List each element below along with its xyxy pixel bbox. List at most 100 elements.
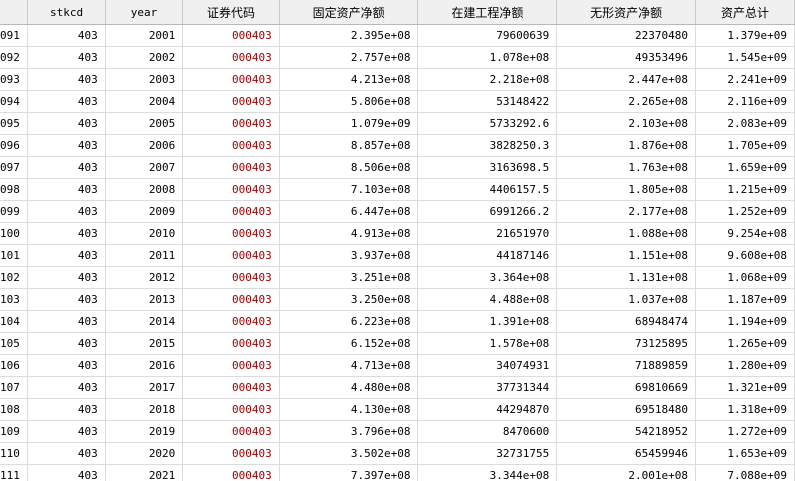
cell-zichan-zongji[interactable]: 1.272e+09 bbox=[695, 420, 795, 443]
cell-year[interactable]: 2016 bbox=[105, 354, 184, 377]
table-row[interactable]: 104 403 2014 000403 6.223e+08 1.391e+08 689484… bbox=[0, 310, 795, 333]
cell-guding-zichan-jinge[interactable]: 6.223e+08 bbox=[279, 310, 419, 333]
cell-zhengquan-daima[interactable]: 000403 bbox=[182, 112, 280, 135]
cell-wuxing-zichan-jinge[interactable]: 69518480 bbox=[556, 398, 696, 421]
cell-zhengquan-daima[interactable]: 000403 bbox=[182, 46, 280, 69]
row-number[interactable]: 104 bbox=[0, 310, 29, 333]
table-row[interactable]: 110 403 2020 000403 3.502e+08 32731755 6545994… bbox=[0, 442, 795, 465]
table-row[interactable]: 098 403 2008 000403 7.103e+08 4406157.5 1.805e… bbox=[0, 178, 795, 201]
cell-zaijian-gongcheng-jinge[interactable]: 4.488e+08 bbox=[417, 288, 558, 311]
table-row[interactable]: 105 403 2015 000403 6.152e+08 1.578e+08 731258… bbox=[0, 332, 795, 355]
table-row[interactable]: 092 403 2002 000403 2.757e+08 1.078e+08 493534… bbox=[0, 46, 795, 69]
cell-zaijian-gongcheng-jinge[interactable]: 44294870 bbox=[417, 398, 558, 421]
cell-wuxing-zichan-jinge[interactable]: 2.447e+08 bbox=[556, 68, 696, 91]
row-number[interactable]: 103 bbox=[0, 288, 29, 311]
cell-zichan-zongji[interactable]: 1.653e+09 bbox=[695, 442, 795, 465]
row-number[interactable]: 106 bbox=[0, 354, 29, 377]
cell-stkcd[interactable]: 403 bbox=[27, 464, 106, 481]
table-row[interactable]: 101 403 2011 000403 3.937e+08 44187146 1.151e+… bbox=[0, 244, 795, 267]
cell-guding-zichan-jinge[interactable]: 3.251e+08 bbox=[279, 266, 419, 289]
cell-wuxing-zichan-jinge[interactable]: 71889859 bbox=[556, 354, 696, 377]
cell-zhengquan-daima[interactable]: 000403 bbox=[182, 354, 280, 377]
row-number[interactable]: 105 bbox=[0, 332, 29, 355]
cell-zichan-zongji[interactable]: 1.194e+09 bbox=[695, 310, 795, 333]
cell-zhengquan-daima[interactable]: 000403 bbox=[182, 464, 280, 481]
cell-year[interactable]: 2004 bbox=[105, 90, 184, 113]
data-browser-grid[interactable]: stkcd year 证券代码 固定资产净额 在建工程净额 无形资产净额 资产总计 091 4… bbox=[0, 0, 795, 481]
cell-zichan-zongji[interactable]: 9.254e+08 bbox=[695, 222, 795, 245]
column-header-guding-zichan-jinge[interactable]: 固定资产净额 bbox=[279, 0, 419, 25]
column-header-zichan-zongji[interactable]: 资产总计 bbox=[695, 0, 795, 25]
cell-zaijian-gongcheng-jinge[interactable]: 1.078e+08 bbox=[417, 46, 558, 69]
cell-year[interactable]: 2021 bbox=[105, 464, 184, 481]
cell-year[interactable]: 2015 bbox=[105, 332, 184, 355]
table-row[interactable]: 109 403 2019 000403 3.796e+08 8470600 54218952… bbox=[0, 420, 795, 443]
cell-zichan-zongji[interactable]: 1.379e+09 bbox=[695, 24, 795, 47]
cell-zhengquan-daima[interactable]: 000403 bbox=[182, 442, 280, 465]
cell-wuxing-zichan-jinge[interactable]: 1.151e+08 bbox=[556, 244, 696, 267]
cell-zichan-zongji[interactable]: 1.545e+09 bbox=[695, 46, 795, 69]
column-header-zaijian-gongcheng-jinge[interactable]: 在建工程净额 bbox=[417, 0, 558, 25]
cell-wuxing-zichan-jinge[interactable]: 73125895 bbox=[556, 332, 696, 355]
cell-zaijian-gongcheng-jinge[interactable]: 3163698.5 bbox=[417, 156, 558, 179]
cell-guding-zichan-jinge[interactable]: 1.079e+09 bbox=[279, 112, 419, 135]
cell-stkcd[interactable]: 403 bbox=[27, 90, 106, 113]
table-row[interactable]: 097 403 2007 000403 8.506e+08 3163698.5 1.763e… bbox=[0, 156, 795, 179]
cell-stkcd[interactable]: 403 bbox=[27, 398, 106, 421]
cell-zaijian-gongcheng-jinge[interactable]: 1.391e+08 bbox=[417, 310, 558, 333]
row-number[interactable]: 102 bbox=[0, 266, 29, 289]
cell-zaijian-gongcheng-jinge[interactable]: 79600639 bbox=[417, 24, 558, 47]
cell-zhengquan-daima[interactable]: 000403 bbox=[182, 178, 280, 201]
cell-stkcd[interactable]: 403 bbox=[27, 134, 106, 157]
table-row[interactable]: 102 403 2012 000403 3.251e+08 3.364e+08 1.131e… bbox=[0, 266, 795, 289]
column-header-obs[interactable] bbox=[0, 0, 29, 25]
table-row[interactable]: 107 403 2017 000403 4.480e+08 37731344 6981066… bbox=[0, 376, 795, 399]
cell-guding-zichan-jinge[interactable]: 7.103e+08 bbox=[279, 178, 419, 201]
cell-guding-zichan-jinge[interactable]: 5.806e+08 bbox=[279, 90, 419, 113]
cell-stkcd[interactable]: 403 bbox=[27, 156, 106, 179]
cell-stkcd[interactable]: 403 bbox=[27, 442, 106, 465]
cell-zhengquan-daima[interactable]: 000403 bbox=[182, 156, 280, 179]
cell-stkcd[interactable]: 403 bbox=[27, 112, 106, 135]
cell-wuxing-zichan-jinge[interactable]: 1.876e+08 bbox=[556, 134, 696, 157]
table-row[interactable]: 106 403 2016 000403 4.713e+08 34074931 7188985… bbox=[0, 354, 795, 377]
cell-stkcd[interactable]: 403 bbox=[27, 376, 106, 399]
cell-guding-zichan-jinge[interactable]: 3.502e+08 bbox=[279, 442, 419, 465]
cell-wuxing-zichan-jinge[interactable]: 2.177e+08 bbox=[556, 200, 696, 223]
cell-wuxing-zichan-jinge[interactable]: 54218952 bbox=[556, 420, 696, 443]
cell-year[interactable]: 2017 bbox=[105, 376, 184, 399]
cell-wuxing-zichan-jinge[interactable]: 2.265e+08 bbox=[556, 90, 696, 113]
cell-zhengquan-daima[interactable]: 000403 bbox=[182, 376, 280, 399]
cell-stkcd[interactable]: 403 bbox=[27, 288, 106, 311]
row-number[interactable]: 097 bbox=[0, 156, 29, 179]
cell-zichan-zongji[interactable]: 1.265e+09 bbox=[695, 332, 795, 355]
cell-wuxing-zichan-jinge[interactable]: 2.001e+08 bbox=[556, 464, 696, 481]
cell-zaijian-gongcheng-jinge[interactable]: 3.364e+08 bbox=[417, 266, 558, 289]
cell-zhengquan-daima[interactable]: 000403 bbox=[182, 24, 280, 47]
row-number[interactable]: 095 bbox=[0, 112, 29, 135]
cell-guding-zichan-jinge[interactable]: 7.397e+08 bbox=[279, 464, 419, 481]
cell-zaijian-gongcheng-jinge[interactable]: 21651970 bbox=[417, 222, 558, 245]
row-number[interactable]: 108 bbox=[0, 398, 29, 421]
cell-stkcd[interactable]: 403 bbox=[27, 332, 106, 355]
cell-wuxing-zichan-jinge[interactable]: 68948474 bbox=[556, 310, 696, 333]
cell-year[interactable]: 2002 bbox=[105, 46, 184, 69]
cell-guding-zichan-jinge[interactable]: 4.130e+08 bbox=[279, 398, 419, 421]
cell-zhengquan-daima[interactable]: 000403 bbox=[182, 68, 280, 91]
cell-zhengquan-daima[interactable]: 000403 bbox=[182, 310, 280, 333]
cell-stkcd[interactable]: 403 bbox=[27, 46, 106, 69]
row-number[interactable]: 100 bbox=[0, 222, 29, 245]
cell-stkcd[interactable]: 403 bbox=[27, 266, 106, 289]
column-header-stkcd[interactable]: stkcd bbox=[27, 0, 106, 25]
cell-year[interactable]: 2001 bbox=[105, 24, 184, 47]
cell-zichan-zongji[interactable]: 9.608e+08 bbox=[695, 244, 795, 267]
cell-guding-zichan-jinge[interactable]: 4.213e+08 bbox=[279, 68, 419, 91]
row-number[interactable]: 099 bbox=[0, 200, 29, 223]
cell-zichan-zongji[interactable]: 1.280e+09 bbox=[695, 354, 795, 377]
cell-zhengquan-daima[interactable]: 000403 bbox=[182, 200, 280, 223]
cell-guding-zichan-jinge[interactable]: 8.857e+08 bbox=[279, 134, 419, 157]
row-number[interactable]: 091 bbox=[0, 24, 29, 47]
cell-zaijian-gongcheng-jinge[interactable]: 3.344e+08 bbox=[417, 464, 558, 481]
cell-zichan-zongji[interactable]: 2.083e+09 bbox=[695, 112, 795, 135]
row-number[interactable]: 098 bbox=[0, 178, 29, 201]
